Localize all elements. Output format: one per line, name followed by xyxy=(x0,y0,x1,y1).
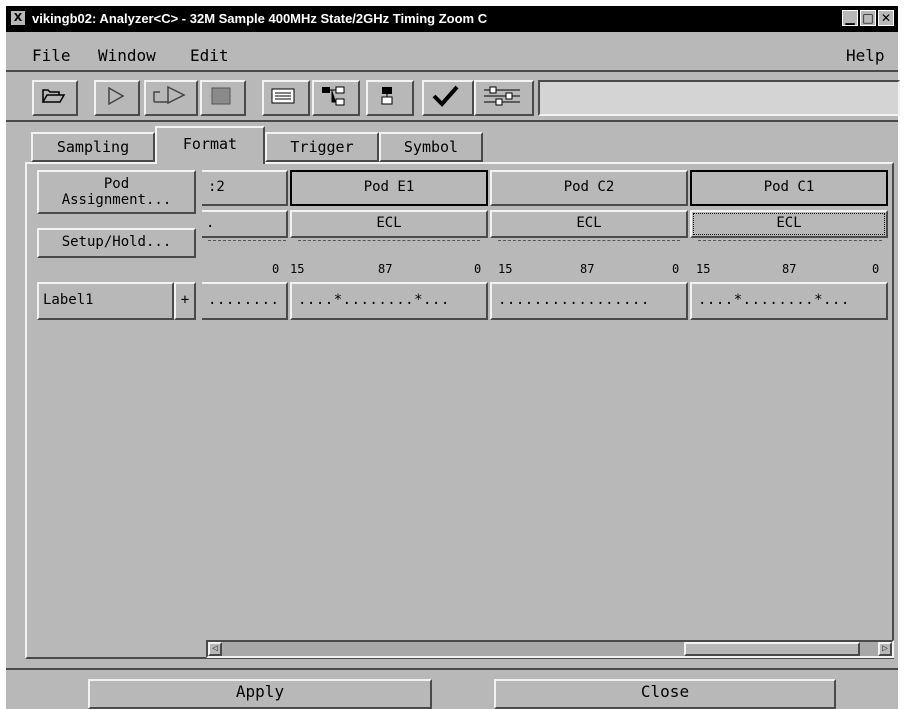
run-repetitive-icon xyxy=(153,85,186,105)
stop-icon xyxy=(211,87,231,105)
add-label-button[interactable]: + xyxy=(174,282,196,320)
threshold-e2[interactable]: . xyxy=(202,210,288,238)
menu-edit[interactable]: Edit xyxy=(190,46,229,65)
title-bar[interactable]: X vikingb02: Analyzer<C> - 32M Sample 40… xyxy=(6,6,898,32)
setup-hold-button[interactable]: Setup/Hold... xyxy=(37,228,196,258)
minimize-icon[interactable]: ▁ xyxy=(842,10,858,26)
checkmark-icon xyxy=(432,85,459,107)
scroll-thumb[interactable] xyxy=(684,642,860,656)
toolbar-divider xyxy=(6,120,898,122)
open-folder-button[interactable] xyxy=(32,80,78,116)
bit-number: 87 xyxy=(580,262,595,276)
menu-window[interactable]: Window xyxy=(98,46,156,65)
maximize-icon[interactable]: □ xyxy=(860,10,876,26)
open-folder-icon xyxy=(41,89,66,103)
bit-assignment-c1[interactable]: ....*........*... xyxy=(690,282,888,320)
bit-number: 87 xyxy=(378,262,393,276)
separator-c2 xyxy=(498,240,680,241)
bit-number: 0 xyxy=(272,262,280,276)
tab-symbol[interactable]: Symbol xyxy=(379,132,483,162)
horizontal-scrollbar[interactable]: ◁ ▷ xyxy=(206,640,894,658)
threshold-c1[interactable]: ECL xyxy=(690,210,888,238)
bit-number: 15 xyxy=(290,262,305,276)
close-window-icon[interactable]: ✕ xyxy=(878,10,894,26)
run-button[interactable] xyxy=(94,80,140,116)
scroll-right-arrow-icon[interactable]: ▷ xyxy=(878,642,892,656)
separator-e1 xyxy=(298,240,480,241)
pod-header-e1[interactable]: Pod E1 xyxy=(290,170,488,206)
menu-divider xyxy=(6,70,898,72)
menu-help[interactable]: Help xyxy=(846,46,885,65)
bit-assignment-e1[interactable]: ....*........*... xyxy=(290,282,488,320)
setup-button[interactable] xyxy=(474,80,534,116)
window-title: vikingb02: Analyzer<C> - 32M Sample 400M… xyxy=(32,11,488,26)
pod-header-c1[interactable]: Pod C1 xyxy=(690,170,888,206)
setup-icon xyxy=(484,86,520,106)
bit-number: 87 xyxy=(782,262,797,276)
navigator-icon xyxy=(322,86,345,106)
pod-header-c2[interactable]: Pod C2 xyxy=(490,170,688,206)
tab-trigger[interactable]: Trigger xyxy=(265,132,379,162)
pod-header-e2[interactable]: :2 xyxy=(202,170,288,206)
overview-button[interactable] xyxy=(366,80,414,116)
status-field xyxy=(538,80,900,116)
threshold-c2[interactable]: ECL xyxy=(490,210,688,238)
bit-number: 15 xyxy=(498,262,513,276)
listing-button[interactable] xyxy=(262,80,310,116)
separator-e2 xyxy=(208,240,286,241)
label-name-button[interactable]: Label1 xyxy=(37,282,174,320)
run-repetitive-button[interactable] xyxy=(144,80,198,116)
stop-button[interactable] xyxy=(200,80,246,116)
run-icon xyxy=(108,86,125,106)
overview-icon xyxy=(381,87,393,105)
bit-number: 15 xyxy=(696,262,711,276)
apply-button[interactable]: Apply xyxy=(88,679,432,709)
listing-icon xyxy=(271,88,295,104)
scroll-left-arrow-icon[interactable]: ◁ xyxy=(208,642,222,656)
tab-format[interactable]: Format xyxy=(155,126,265,164)
bottom-divider xyxy=(6,668,898,670)
threshold-e1[interactable]: ECL xyxy=(290,210,488,238)
tab-sampling[interactable]: Sampling xyxy=(31,132,155,162)
check-button[interactable] xyxy=(422,80,474,116)
menu-file[interactable]: File xyxy=(32,46,71,65)
x-window-icon[interactable]: X xyxy=(11,11,25,25)
bit-assignment-c2[interactable]: ................. xyxy=(490,282,688,320)
separator-c1 xyxy=(698,240,882,241)
navigator-button[interactable] xyxy=(312,80,360,116)
bit-assignment-e2[interactable]: ........ xyxy=(202,282,288,320)
bit-number: 0 xyxy=(672,262,680,276)
bit-number: 0 xyxy=(474,262,482,276)
close-button[interactable]: Close xyxy=(494,679,836,709)
bit-number: 0 xyxy=(872,262,880,276)
pod-assignment-button[interactable]: Pod Assignment... xyxy=(37,170,196,214)
